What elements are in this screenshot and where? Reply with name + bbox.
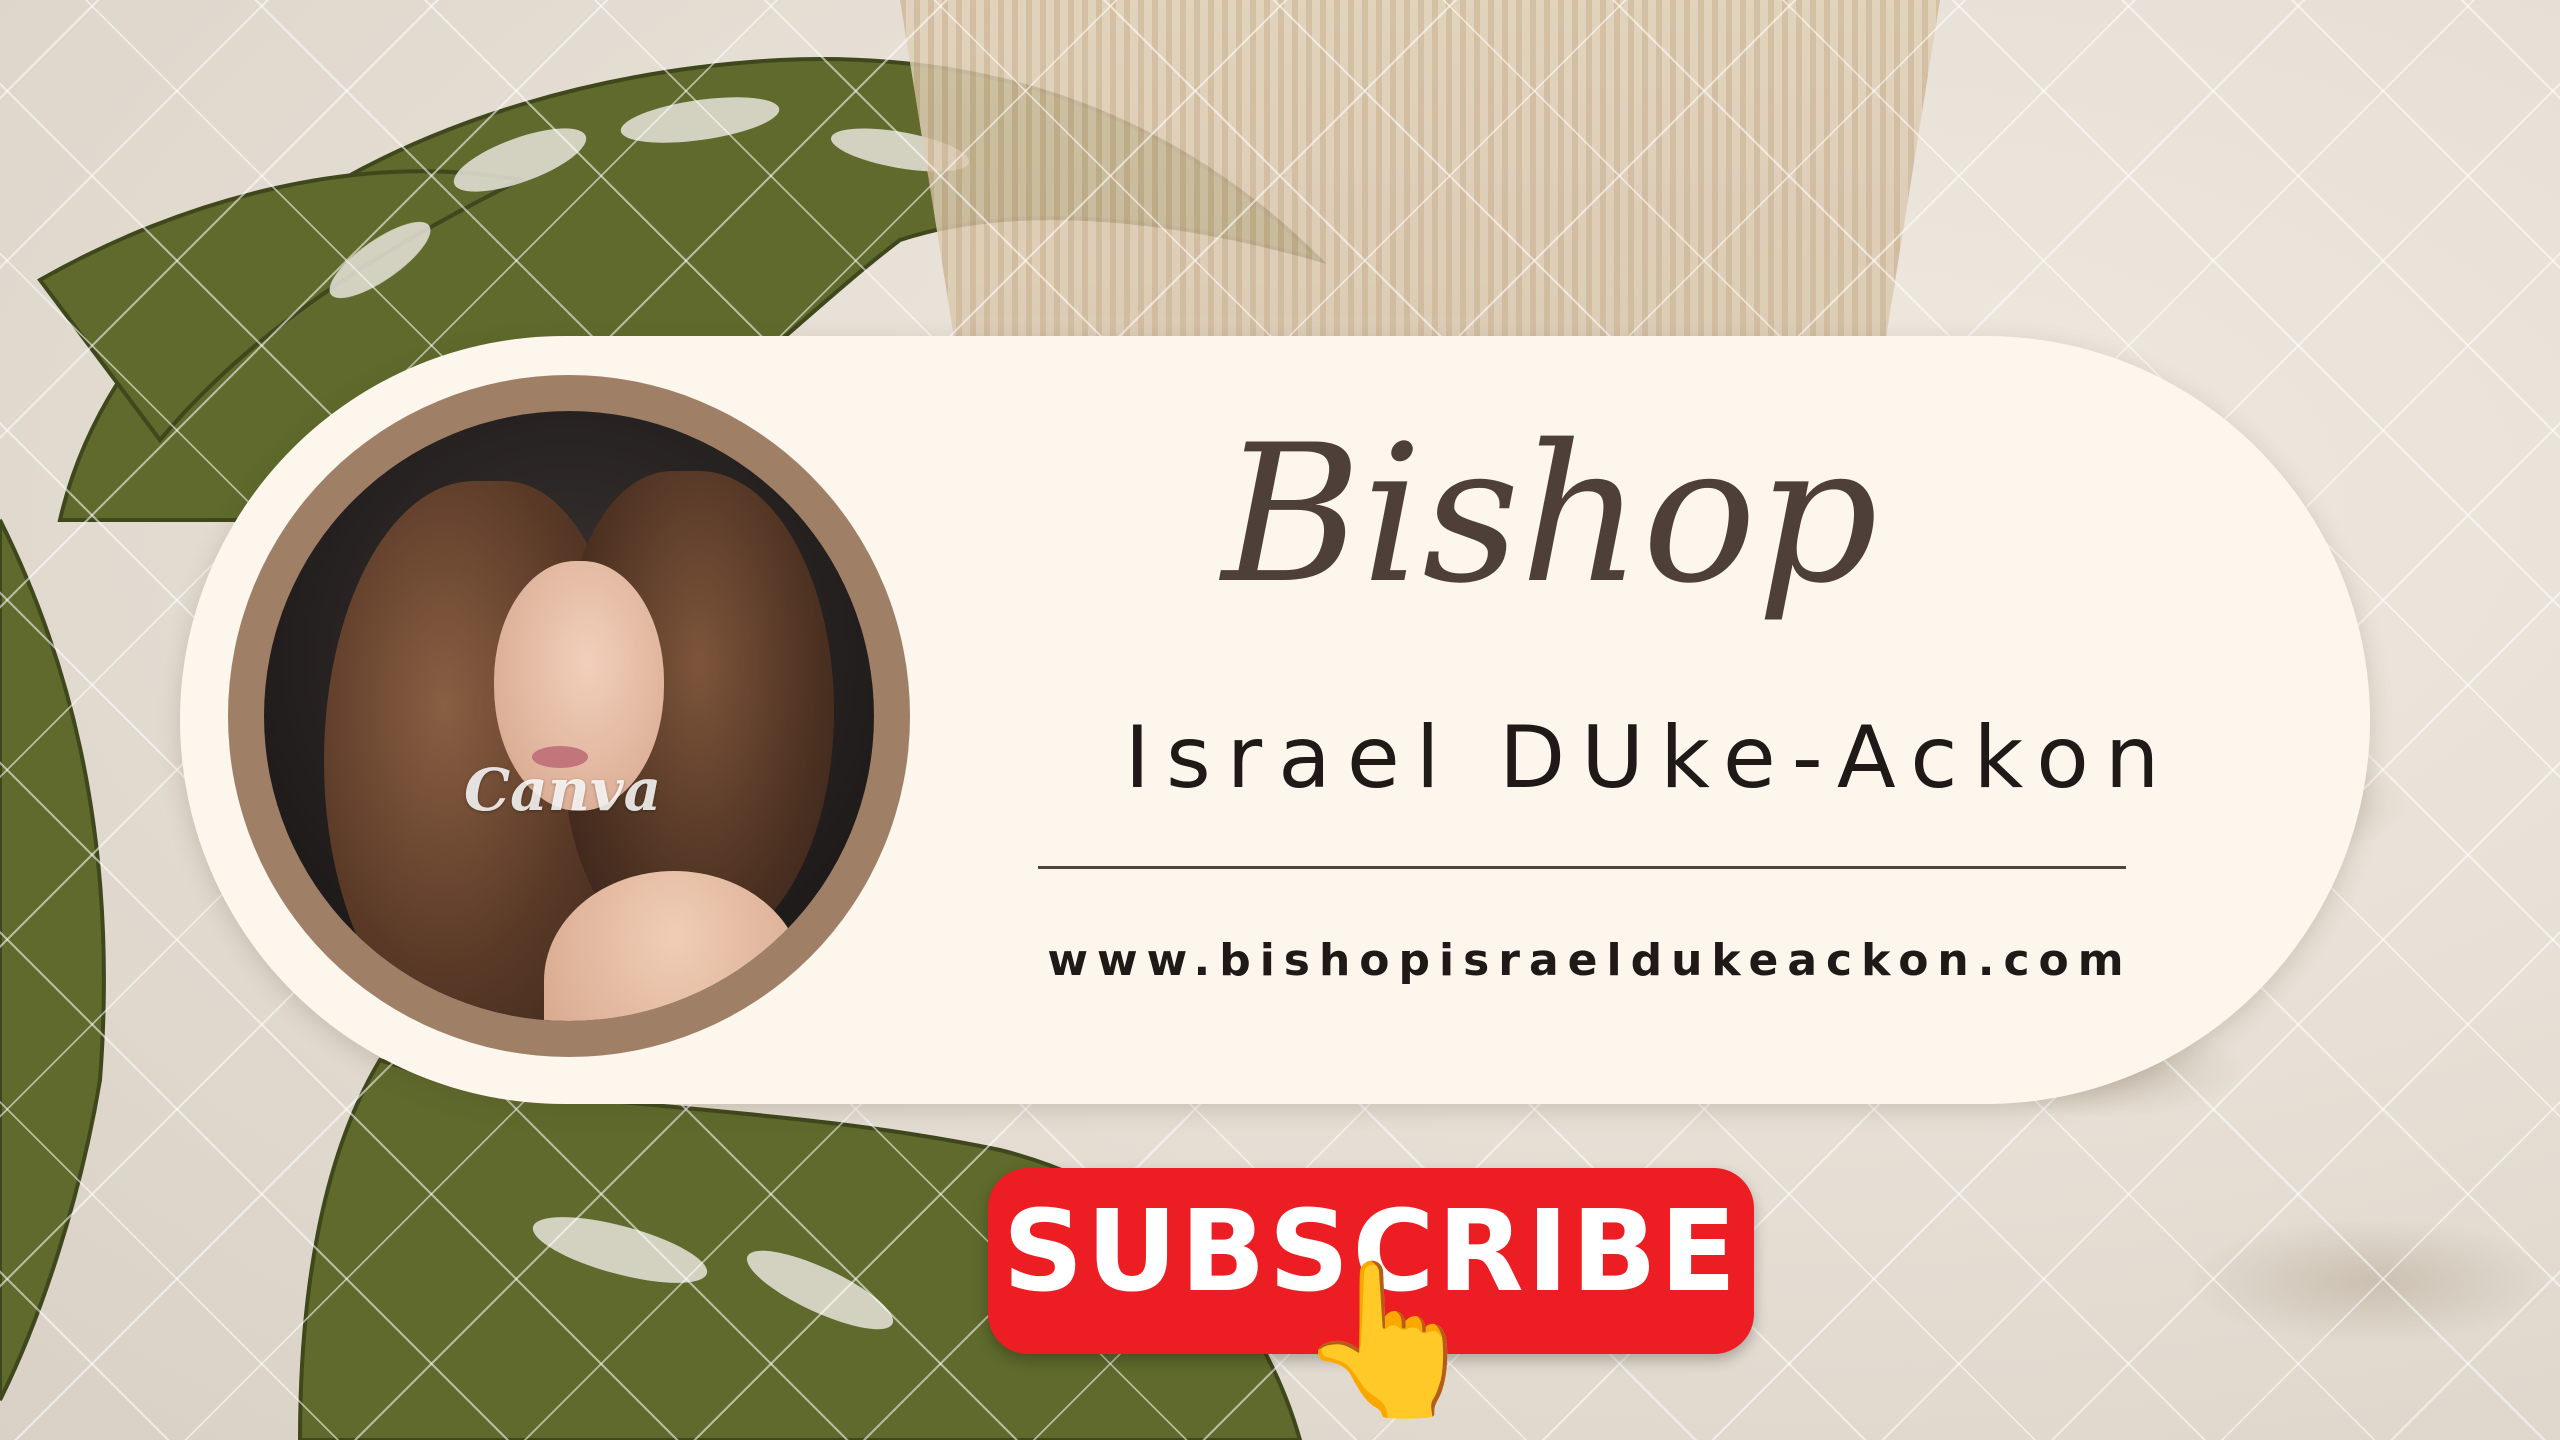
canva-watermark: Canva <box>464 756 662 824</box>
card-title: Bishop <box>1221 404 1879 625</box>
avatar: Canva <box>264 411 874 1021</box>
website-link[interactable]: www.bishopisraeldukeackon.com <box>930 935 2250 986</box>
card-name: Israel DUke-Ackon <box>1124 708 2176 808</box>
divider <box>1038 866 2126 869</box>
pointing-hand-icon: 👆 <box>1295 1253 1482 1427</box>
leaf-left <box>0 519 106 1401</box>
